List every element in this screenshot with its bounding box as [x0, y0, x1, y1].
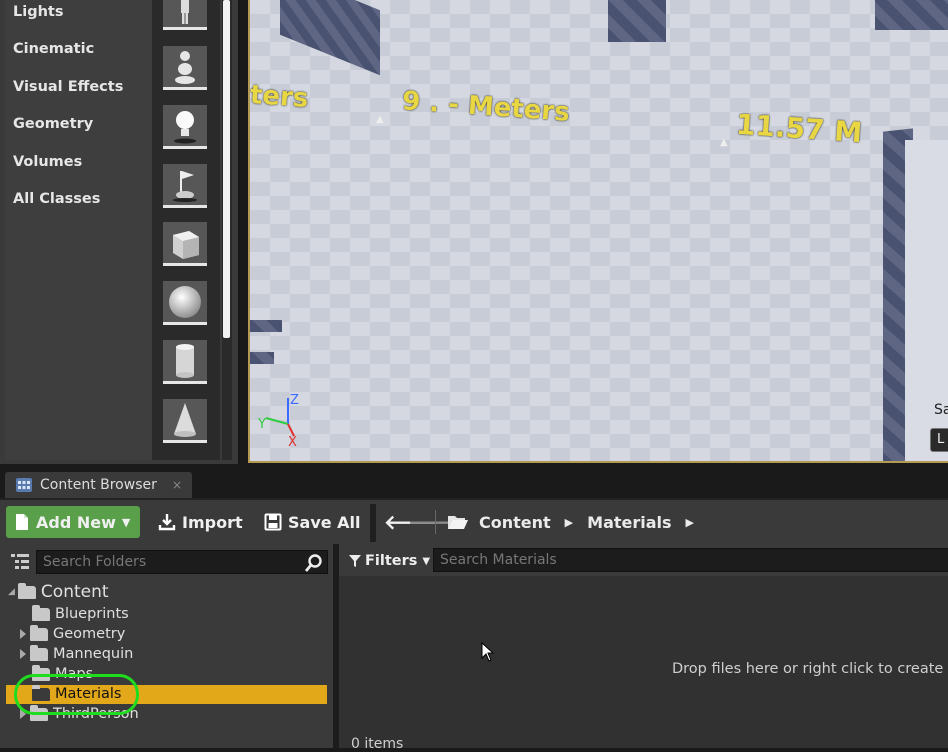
expanded-triangle-icon[interactable]: ◢ — [8, 587, 15, 597]
tab-content-browser[interactable]: Content Browser × — [5, 472, 192, 498]
chevron-down-icon: ▼ — [422, 555, 431, 567]
sphere-icon[interactable] — [163, 281, 207, 325]
measurement-label: ters — [249, 80, 310, 114]
tree-view-toggle-icon[interactable] — [10, 553, 30, 571]
wall-block — [875, 0, 948, 30]
anchor-marker-icon: ▲ — [720, 137, 728, 148]
annotation-highlight-circle — [14, 674, 139, 715]
pawn-icon[interactable] — [163, 46, 207, 90]
breadcrumb-content[interactable]: Content — [479, 513, 551, 532]
anchor-marker-icon: ▲ — [376, 114, 384, 125]
folder-open-icon — [17, 582, 36, 599]
axis-gizmo-icon: Z Y X — [258, 393, 299, 448]
folder-tree-panel: Search Folders ◢ Content Blueprints Geom… — [0, 544, 333, 748]
add-new-label: Add New — [36, 512, 116, 532]
close-tab-icon[interactable]: × — [172, 478, 182, 492]
axis-y-label: Y — [258, 417, 266, 432]
mouse-cursor-icon — [481, 642, 495, 662]
toolbar-divider — [370, 504, 376, 542]
import-label: Import — [182, 512, 243, 532]
tree-root-content[interactable]: ◢ Content — [8, 582, 109, 602]
measurement-label: 11.57 M — [735, 107, 864, 150]
nav-divider — [435, 510, 436, 534]
folder-icon — [32, 604, 50, 621]
tree-folder-label: Geometry — [53, 626, 126, 642]
category-volumes[interactable]: Volumes — [13, 154, 82, 170]
cylinder-icon[interactable] — [163, 340, 207, 384]
filter-icon — [349, 555, 361, 567]
add-new-button[interactable]: Add New ▼ — [6, 506, 140, 538]
import-button[interactable]: Import — [158, 506, 243, 538]
search-folders-input[interactable]: Search Folders — [36, 550, 328, 574]
breadcrumb-materials[interactable]: Materials — [587, 513, 671, 532]
modes-scrollbar-thumb[interactable] — [223, 0, 230, 338]
breadcrumb: Content ▶ Materials ▶ — [447, 506, 694, 538]
wall-block — [280, 0, 380, 76]
tree-folder-label: Mannequin — [53, 646, 134, 662]
tree-folder-mannequin[interactable]: Mannequin — [20, 644, 133, 664]
search-folders-placeholder: Search Folders — [43, 554, 147, 570]
viewport-edge-text: Sa — [934, 402, 948, 418]
save-icon — [264, 513, 282, 531]
mannequin-icon[interactable] — [163, 0, 207, 30]
folder-icon — [30, 644, 48, 661]
category-geometry[interactable]: Geometry — [13, 116, 93, 132]
content-browser-icon — [16, 478, 32, 492]
search-materials-input[interactable]: Search Materials — [433, 548, 948, 572]
point-light-icon[interactable] — [163, 105, 207, 149]
items-count: 0 items — [351, 736, 404, 752]
viewport-edge-button[interactable]: L — [930, 428, 948, 452]
tab-content-browser-label: Content Browser — [40, 477, 157, 493]
chevron-right-icon[interactable]: ▶ — [565, 516, 573, 529]
search-icon[interactable] — [304, 553, 324, 573]
modes-scrollbar[interactable] — [222, 0, 232, 460]
axis-z-label: Z — [290, 393, 299, 408]
filters-button[interactable]: Filters ▼ — [349, 550, 430, 572]
cube-icon[interactable] — [163, 222, 207, 266]
axis-x-label: X — [288, 435, 297, 448]
folder-open-icon — [448, 516, 468, 529]
folder-icon — [30, 624, 48, 641]
save-all-label: Save All — [288, 512, 361, 532]
tree-folder-label: Blueprints — [55, 606, 129, 622]
category-all-classes[interactable]: All Classes — [13, 191, 100, 207]
collapsed-triangle-icon[interactable] — [20, 649, 26, 659]
drop-hint-text: Drop files here or right click to create… — [672, 661, 948, 677]
category-cinematic[interactable]: Cinematic — [13, 41, 94, 57]
category-visual-effects[interactable]: Visual Effects — [13, 79, 123, 95]
tree-root-label: Content — [40, 582, 109, 602]
filters-label: Filters — [365, 553, 418, 569]
import-icon — [158, 514, 176, 531]
new-file-icon — [16, 514, 28, 530]
level-viewport[interactable]: ters 9 . - Meters 11.57 M ▲ ▲ Z Y X Sa L — [248, 0, 948, 463]
content-browser-tabbar: Content Browser × — [0, 466, 948, 498]
tree-folder-blueprints[interactable]: Blueprints — [32, 604, 129, 624]
category-lights[interactable]: Lights — [13, 4, 63, 20]
content-browser-toolbar: Add New ▼ Import Save All 🡐 🡒 Content ▶ … — [0, 498, 948, 544]
wall-block — [608, 0, 666, 42]
player-start-icon[interactable] — [163, 164, 207, 208]
asset-view-panel: Filters ▼ Search Materials Drop files he… — [339, 544, 948, 752]
cone-icon[interactable] — [163, 399, 207, 443]
category-list: Lights Cinematic Visual Effects Geometry… — [5, 0, 152, 460]
measurement-label: 9 . - Meters — [401, 86, 571, 128]
chevron-down-icon: ▼ — [121, 515, 131, 529]
actor-thumbnails — [152, 0, 220, 460]
tree-folder-geometry[interactable]: Geometry — [20, 624, 125, 644]
modes-panel: Lights Cinematic Visual Effects Geometry… — [0, 0, 240, 464]
search-materials-placeholder: Search Materials — [440, 552, 557, 568]
wall-edge — [250, 320, 282, 332]
save-all-button[interactable]: Save All — [264, 506, 361, 538]
collapsed-triangle-icon[interactable] — [20, 629, 26, 639]
chevron-right-icon[interactable]: ▶ — [686, 516, 694, 529]
wall-edge — [250, 352, 274, 364]
